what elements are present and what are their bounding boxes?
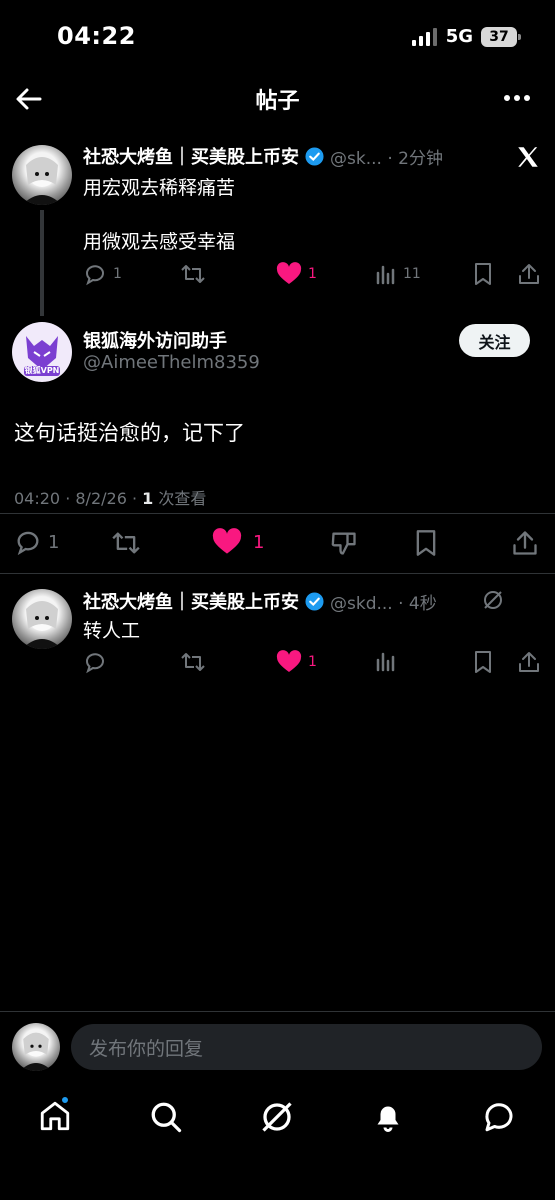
avatar[interactable] — [12, 589, 72, 649]
divider — [0, 573, 555, 574]
nav-home[interactable] — [38, 1095, 74, 1135]
post-text-line-1: 用宏观去稀释痛苦 — [83, 177, 236, 199]
main-post-text: 这句话挺治愈的，记下了 — [14, 421, 245, 445]
repost-icon — [181, 265, 205, 283]
avatar-label: 银狐VPN — [24, 366, 60, 375]
user-handle[interactable]: @AimeeThelm8359 — [83, 352, 260, 373]
like-button[interactable]: 1 — [211, 528, 264, 556]
reply-text: 转人工 — [83, 620, 141, 642]
bookmark-icon[interactable] — [472, 650, 494, 674]
status-indicators: 5G 37 — [411, 26, 521, 47]
reply-icon — [86, 265, 104, 286]
parent-post-actions: 1 1 11 — [83, 260, 543, 288]
heart-filled-icon — [276, 650, 302, 672]
follow-button[interactable]: 关注 — [459, 324, 530, 357]
notification-dot — [60, 1095, 70, 1105]
downvote-icon[interactable] — [330, 529, 358, 557]
grok-icon[interactable] — [481, 588, 505, 612]
views-label: 次查看 — [153, 489, 207, 508]
avatar — [12, 1023, 60, 1071]
repost-icon[interactable] — [110, 529, 142, 557]
like-button[interactable]: 1 — [276, 262, 317, 286]
avatar[interactable]: 银狐VPN — [12, 322, 72, 382]
bookmark-icon[interactable] — [413, 529, 439, 557]
messages-icon[interactable] — [481, 1099, 517, 1135]
reply-post-header: 社恐大烤鱼｜买美股上币安 @skd... · 4秒 — [83, 588, 437, 614]
like-count: 1 — [308, 266, 317, 282]
display-name[interactable]: 银狐海外访问助手 — [83, 327, 227, 353]
display-name[interactable]: 社恐大烤鱼｜买美股上币安 — [83, 143, 299, 169]
parent-post-header: 社恐大烤鱼｜买美股上币安 @sk... · 2分钟 — [83, 143, 443, 169]
reply-post-actions: 1 — [83, 650, 543, 678]
network-type: 5G — [445, 26, 473, 47]
views-button[interactable]: 11 — [375, 263, 421, 285]
signal-icon — [411, 27, 437, 46]
main-post-actions: 1 1 — [0, 526, 555, 560]
share-icon[interactable] — [511, 529, 539, 557]
repost-icon[interactable] — [180, 650, 206, 674]
x-logo-icon — [518, 147, 538, 167]
post-meta: 04:20 · 8/2/26 · 1 次查看 — [14, 485, 206, 509]
more-options-icon[interactable] — [503, 84, 531, 112]
share-icon[interactable] — [517, 650, 541, 674]
like-count: 1 — [308, 654, 317, 670]
handle-and-time: @sk... · 2分钟 — [330, 148, 443, 169]
search-icon[interactable] — [148, 1099, 184, 1135]
thread-line — [40, 210, 44, 316]
display-name[interactable]: 社恐大烤鱼｜买美股上币安 — [83, 588, 299, 614]
verified-badge-icon — [305, 146, 324, 166]
notifications-icon[interactable] — [370, 1099, 406, 1135]
battery-indicator: 37 — [481, 26, 521, 47]
like-count: 1 — [253, 531, 265, 553]
reply-icon[interactable] — [83, 650, 107, 674]
reply-button[interactable]: 1 — [14, 528, 59, 556]
reply-input[interactable]: 发布你的回复 — [71, 1024, 542, 1070]
grok-icon[interactable] — [259, 1099, 295, 1135]
view-count: 11 — [403, 266, 421, 282]
like-button[interactable]: 1 — [276, 650, 317, 674]
verified-badge-icon — [305, 591, 324, 611]
handle-and-time: @skd... · 4秒 — [330, 593, 437, 614]
views-chart-icon[interactable] — [375, 650, 397, 672]
heart-filled-icon — [276, 262, 302, 284]
post-timestamp: 04:20 · 8/2/26 · — [14, 489, 143, 508]
share-icon[interactable] — [517, 262, 541, 286]
views-chart-icon — [376, 265, 395, 285]
reply-icon — [17, 531, 39, 556]
post-text-line-2: 用微观去感受幸福 — [83, 231, 236, 253]
reply-button[interactable]: 1 — [83, 262, 122, 286]
bookmark-icon[interactable] — [472, 262, 494, 286]
divider — [0, 513, 555, 514]
reply-count: 1 — [48, 531, 60, 553]
page-title: 帖子 — [255, 89, 300, 114]
heart-filled-icon — [212, 528, 242, 554]
reply-count: 1 — [113, 266, 122, 282]
repost-button[interactable] — [180, 262, 206, 286]
view-count: 1 — [142, 489, 154, 508]
status-time: 04:22 — [57, 22, 136, 50]
divider — [0, 1011, 555, 1012]
avatar[interactable] — [12, 145, 72, 205]
